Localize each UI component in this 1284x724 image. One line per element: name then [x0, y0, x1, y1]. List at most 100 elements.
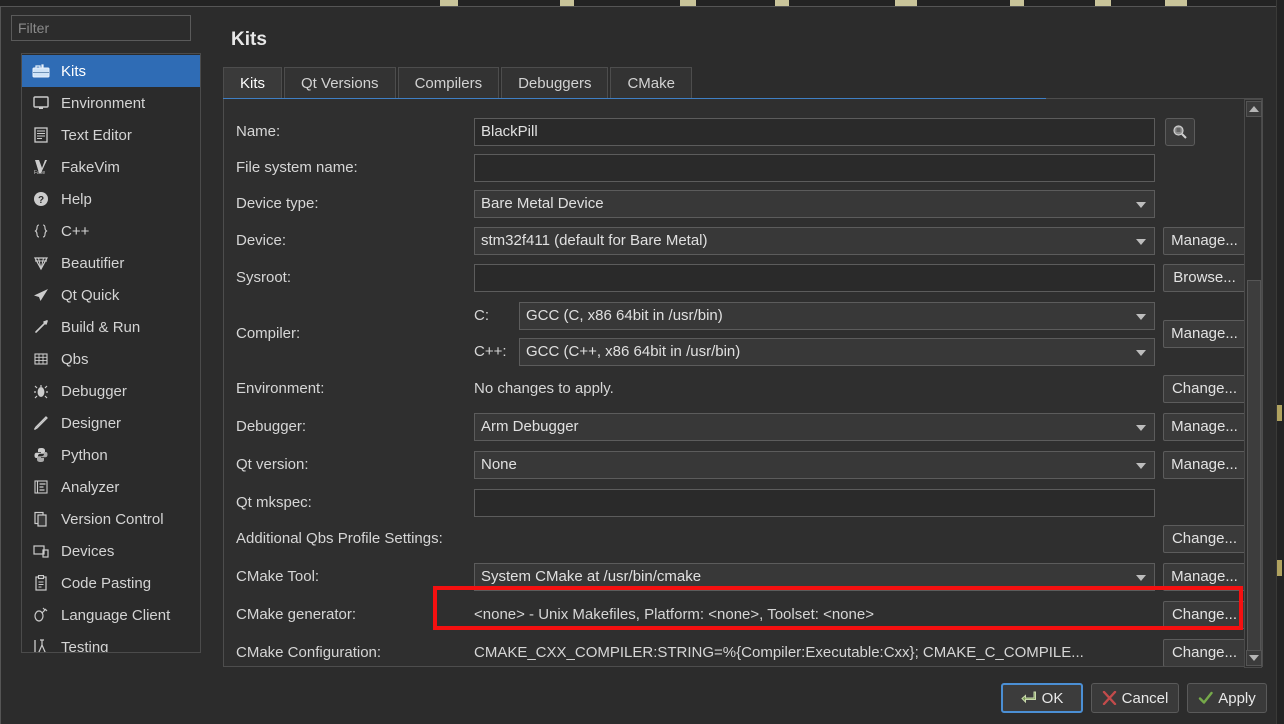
- sidebar-item-version-control[interactable]: Version Control: [22, 503, 200, 535]
- pencil-icon: [30, 413, 52, 433]
- label-compiler-cxx: C++:: [474, 343, 507, 360]
- label-environment: Environment:: [236, 380, 325, 397]
- sidebar-item-qt-quick[interactable]: Qt Quick: [22, 279, 200, 311]
- sidebar-item-label: Devices: [61, 542, 115, 560]
- copy-icon: [30, 509, 52, 529]
- apply-button[interactable]: Apply: [1187, 683, 1267, 713]
- label-filesystem-name: File system name:: [236, 159, 358, 176]
- chevron-down-icon: [1136, 239, 1146, 245]
- tab-label: CMake: [627, 74, 675, 92]
- tab-cmake[interactable]: CMake: [610, 67, 692, 98]
- sidebar-item-code-pasting[interactable]: Code Pasting: [22, 567, 200, 599]
- device-manage-button[interactable]: Manage...: [1163, 227, 1246, 255]
- settings-sidebar: Kits Environment Text Editor F: [11, 15, 201, 667]
- tab-qt-versions[interactable]: Qt Versions: [284, 67, 396, 98]
- name-input[interactable]: BlackPill: [474, 118, 1155, 146]
- sidebar-item-testing[interactable]: Testing: [22, 631, 200, 653]
- monitor-icon: [30, 93, 52, 113]
- qt-version-value: None: [481, 456, 517, 473]
- cmake-tool-value: System CMake at /usr/bin/cmake: [481, 568, 702, 585]
- compiler-c-combo[interactable]: GCC (C, x86 64bit in /usr/bin): [519, 302, 1155, 330]
- qt-version-manage-button[interactable]: Manage...: [1163, 451, 1246, 479]
- sidebar-item-python[interactable]: Python: [22, 439, 200, 471]
- chevron-down-icon: [1136, 202, 1146, 208]
- label-cmake-tool: CMake Tool:: [236, 568, 320, 585]
- cmake-generator-value: <none> - Unix Makefiles, Platform: <none…: [474, 606, 874, 623]
- debugger-manage-button[interactable]: Manage...: [1163, 413, 1246, 441]
- cmake-generator-change-button[interactable]: Change...: [1163, 601, 1246, 629]
- sidebar-item-fakevim[interactable]: Fake FakeVim: [22, 151, 200, 183]
- cmake-configuration-change-button[interactable]: Change...: [1163, 639, 1246, 666]
- sidebar-item-label: Analyzer: [61, 478, 120, 496]
- hammer-icon: [30, 317, 52, 337]
- scroll-up-button[interactable]: [1246, 101, 1262, 117]
- sidebar-item-help[interactable]: ? Help: [22, 183, 200, 215]
- sidebar-item-label: Beautifier: [61, 254, 125, 272]
- debugger-combo[interactable]: Arm Debugger: [474, 413, 1155, 441]
- sidebar-item-designer[interactable]: Designer: [22, 407, 200, 439]
- additional-qbs-change-button[interactable]: Change...: [1163, 525, 1246, 553]
- tab-bar: Kits Qt Versions Compilers Debuggers CMa…: [223, 66, 1263, 98]
- filesystem-name-input[interactable]: [474, 154, 1155, 182]
- tab-label: Qt Versions: [301, 74, 379, 92]
- qt-mkspec-input[interactable]: [474, 489, 1155, 517]
- compiler-manage-button[interactable]: Manage...: [1163, 320, 1246, 348]
- chevron-down-icon: [1136, 463, 1146, 469]
- sidebar-item-environment[interactable]: Environment: [22, 87, 200, 119]
- device-type-combo[interactable]: Bare Metal Device: [474, 190, 1155, 218]
- sidebar-item-text-editor[interactable]: Text Editor: [22, 119, 200, 151]
- environment-change-button[interactable]: Change...: [1163, 375, 1246, 403]
- form-vertical-scrollbar[interactable]: [1244, 99, 1262, 668]
- tab-label: Compilers: [414, 74, 483, 92]
- sidebar-item-label: C++: [61, 222, 90, 240]
- document-icon: [30, 125, 52, 145]
- compiler-cxx-combo[interactable]: GCC (C++, x86 64bit in /usr/bin): [519, 338, 1155, 366]
- sidebar-category-list[interactable]: Kits Environment Text Editor Fake FakeVi…: [21, 53, 201, 653]
- sidebar-item-label: Testing: [61, 638, 109, 653]
- search-icon-button[interactable]: [1165, 118, 1195, 146]
- sidebar-item-cpp[interactable]: C++: [22, 215, 200, 247]
- filter-input[interactable]: [11, 15, 191, 41]
- check-icon: [1199, 691, 1213, 704]
- label-compiler-c: C:: [474, 307, 489, 324]
- label-name: Name:: [236, 123, 281, 140]
- device-combo[interactable]: stm32f411 (default for Bare Metal): [474, 227, 1155, 255]
- qt-version-combo[interactable]: None: [474, 451, 1155, 479]
- sidebar-item-language-client[interactable]: Language Client: [22, 599, 200, 631]
- sidebar-item-label: FakeVim: [61, 158, 120, 176]
- chevron-down-icon: [1136, 575, 1146, 581]
- label-compiler: Compiler:: [236, 325, 301, 342]
- cmake-tool-combo[interactable]: System CMake at /usr/bin/cmake: [474, 563, 1155, 591]
- plug-icon: [30, 605, 52, 625]
- cmake-tool-manage-button[interactable]: Manage...: [1163, 563, 1246, 591]
- chevron-down-icon: [1136, 350, 1146, 356]
- tab-label: Debuggers: [518, 74, 592, 92]
- options-dialog: Kits Environment Text Editor F: [0, 6, 1276, 724]
- scrollbar-thumb[interactable]: [1247, 280, 1261, 660]
- sidebar-item-label: Language Client: [61, 606, 171, 624]
- ok-button[interactable]: OK: [1001, 683, 1083, 713]
- sidebar-item-qbs[interactable]: Qbs: [22, 343, 200, 375]
- sidebar-item-beautifier[interactable]: Beautifier: [22, 247, 200, 279]
- scroll-down-button[interactable]: [1246, 650, 1262, 666]
- label-debugger: Debugger:: [236, 418, 307, 435]
- sidebar-item-debugger[interactable]: Debugger: [22, 375, 200, 407]
- sidebar-item-kits[interactable]: Kits: [22, 55, 200, 87]
- tab-compilers[interactable]: Compilers: [397, 67, 500, 98]
- sidebar-item-devices[interactable]: Devices: [22, 535, 200, 567]
- tab-debuggers[interactable]: Debuggers: [501, 67, 609, 98]
- sysroot-input[interactable]: [474, 264, 1155, 292]
- compiler-c-value: GCC (C, x86 64bit in /usr/bin): [526, 307, 723, 324]
- label-sysroot: Sysroot:: [236, 269, 292, 286]
- sidebar-item-analyzer[interactable]: Analyzer: [22, 471, 200, 503]
- triangle-down-icon: [1249, 655, 1259, 661]
- sidebar-item-label: Text Editor: [61, 126, 132, 144]
- tab-kits[interactable]: Kits: [223, 67, 283, 98]
- svg-text:Fake: Fake: [34, 170, 45, 175]
- chevron-down-icon: [1136, 425, 1146, 431]
- sysroot-browse-button[interactable]: Browse...: [1163, 264, 1246, 292]
- label-qt-version: Qt version:: [236, 456, 309, 473]
- sidebar-item-build-run[interactable]: Build & Run: [22, 311, 200, 343]
- sidebar-item-label: Help: [61, 190, 92, 208]
- cancel-button[interactable]: Cancel: [1091, 683, 1179, 713]
